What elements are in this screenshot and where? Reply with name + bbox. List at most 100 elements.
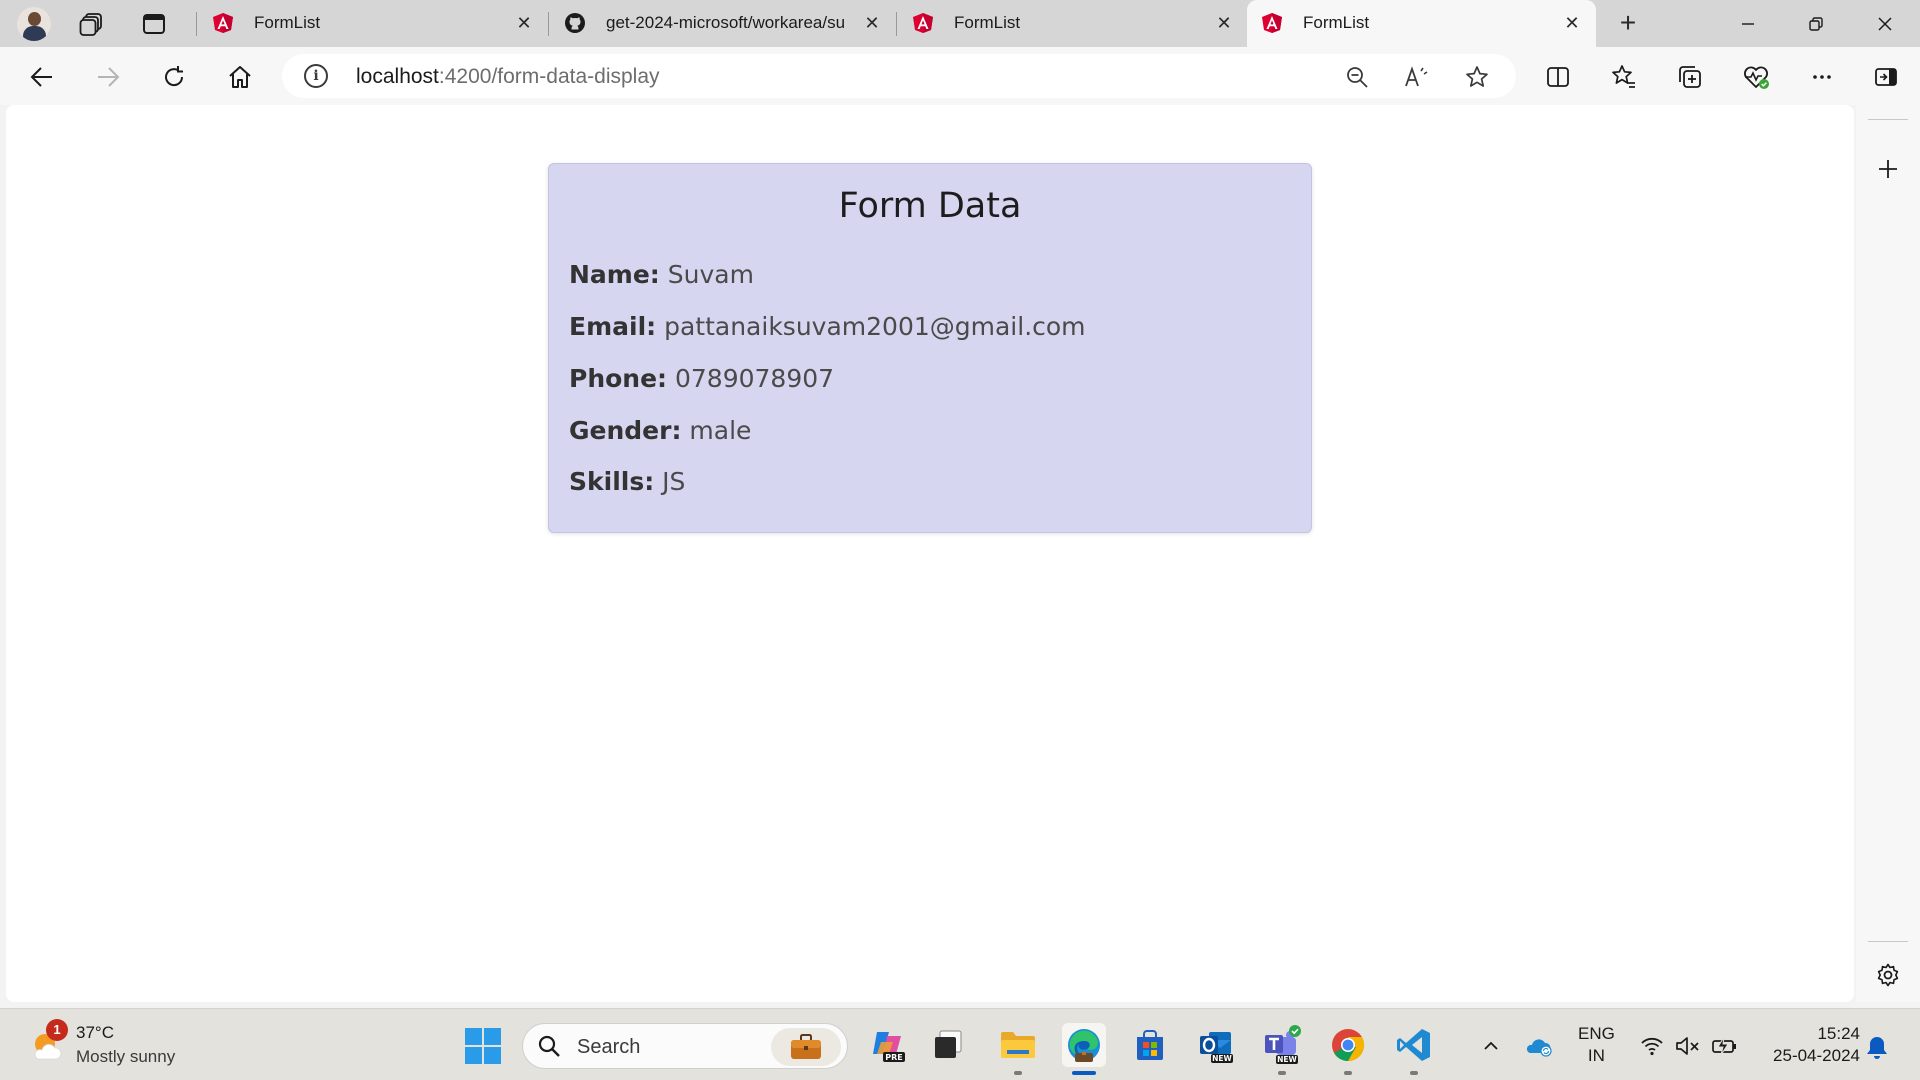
collections-button[interactable] [1670, 57, 1710, 97]
onedrive-tray-button[interactable] [1522, 1029, 1556, 1063]
read-aloud-icon [1405, 66, 1428, 87]
wifi-icon [1641, 1037, 1663, 1056]
restore-icon [1809, 16, 1823, 31]
tab-formlist-2[interactable]: FormList ✕ [898, 0, 1248, 47]
sidebar-divider [1868, 119, 1908, 120]
briefcase-icon [791, 1034, 821, 1059]
taskbar-search-box[interactable]: Search [522, 1023, 848, 1069]
close-tab-icon[interactable]: ✕ [1212, 11, 1236, 35]
clock-time: 15:24 [1817, 1024, 1860, 1043]
folder-icon [1001, 1032, 1035, 1058]
teams-new-app[interactable]: NEW [1260, 1023, 1304, 1067]
tab-formlist-1[interactable]: FormList ✕ [198, 0, 548, 47]
address-bar[interactable]: i localhost:4200/form-data-display [282, 54, 1516, 98]
close-tab-icon[interactable]: ✕ [860, 11, 884, 35]
new-tab-button[interactable]: + [1610, 8, 1646, 40]
profile-button[interactable] [10, 0, 58, 47]
heart-pulse-icon [1744, 66, 1769, 89]
workspaces-icon [79, 12, 102, 36]
sidebar-toggle-button[interactable] [1866, 57, 1906, 97]
refresh-icon [165, 66, 184, 87]
running-indicator [1344, 1071, 1352, 1075]
minimize-button[interactable] [1714, 0, 1782, 47]
restore-button[interactable] [1782, 0, 1850, 47]
close-tab-icon[interactable]: ✕ [512, 11, 536, 35]
github-icon [565, 13, 585, 33]
wifi-tray-button[interactable] [1636, 1029, 1668, 1063]
field-name: Name: Suvam [569, 260, 754, 289]
clock[interactable]: 15:24 25-04-2024 [1760, 1023, 1860, 1067]
onedrive-sync-icon [1526, 1039, 1552, 1057]
svg-text:PRE: PRE [885, 1053, 903, 1062]
vscode-app[interactable] [1392, 1023, 1436, 1067]
edge-sidebar [1856, 105, 1920, 1002]
workspaces-button[interactable] [68, 0, 116, 47]
field-gender: Gender: male [569, 416, 751, 445]
home-icon [229, 66, 251, 88]
vertical-tabs-button[interactable] [130, 0, 178, 47]
field-label: Phone: [569, 364, 668, 393]
gear-icon [1877, 963, 1899, 987]
file-explorer-app[interactable] [996, 1023, 1040, 1067]
tab-title: FormList [954, 13, 1021, 32]
star-icon [1466, 66, 1488, 87]
volume-tray-button[interactable] [1672, 1029, 1704, 1063]
sidebar-add-button[interactable] [1868, 149, 1908, 189]
region-code: IN [1587, 1046, 1605, 1065]
edge-icon [1068, 1029, 1100, 1062]
sidebar-divider [1868, 941, 1908, 942]
search-highlight[interactable] [771, 1028, 841, 1066]
vscode-icon [1397, 1029, 1430, 1061]
field-value: 0789078907 [675, 364, 835, 393]
language-indicator[interactable]: ENG IN [1578, 1023, 1615, 1067]
browser-essentials-button[interactable] [1736, 57, 1776, 97]
settings-and-more-button[interactable] [1802, 57, 1842, 97]
url-path: :4200/form-data-display [438, 65, 660, 88]
outlook-new-app[interactable]: NEW [1194, 1023, 1238, 1067]
sidebar-settings-button[interactable] [1868, 955, 1908, 995]
battery-charging-icon [1712, 1036, 1736, 1056]
tab-title: FormList [1303, 13, 1370, 32]
plus-icon [1879, 160, 1897, 178]
refresh-button[interactable] [154, 57, 194, 97]
favorites-button[interactable] [1604, 57, 1644, 97]
split-screen-icon [1547, 67, 1569, 87]
running-indicator [1410, 1071, 1418, 1075]
svg-text:NEW: NEW [1212, 1054, 1232, 1063]
tab-github[interactable]: get-2024-microsoft/workarea/su ✕ [550, 0, 896, 47]
add-favorite-button[interactable] [1462, 62, 1492, 92]
show-hidden-icons-button[interactable] [1476, 1029, 1506, 1063]
task-view-app[interactable] [926, 1023, 970, 1067]
microsoft-store-app[interactable] [1128, 1023, 1172, 1067]
more-icon [1813, 75, 1831, 79]
close-tab-icon[interactable]: ✕ [1560, 11, 1584, 35]
split-screen-button[interactable] [1538, 57, 1578, 97]
battery-tray-button[interactable] [1708, 1029, 1742, 1063]
read-aloud-button[interactable] [1402, 62, 1432, 92]
tab-title: FormList [254, 13, 321, 32]
chevron-up-icon [1484, 1041, 1498, 1050]
forward-button[interactable] [88, 57, 128, 97]
url-text[interactable]: localhost:4200/form-data-display [356, 65, 660, 89]
edge-app[interactable] [1062, 1023, 1106, 1067]
running-indicator [1278, 1071, 1286, 1075]
zoom-out-icon [1347, 67, 1368, 88]
home-button[interactable] [220, 57, 260, 97]
tab-divider [548, 12, 549, 36]
search-icon [538, 1035, 560, 1057]
close-icon [1878, 16, 1892, 31]
field-value: pattanaiksuvam2001@gmail.com [664, 312, 1086, 341]
notification-bell-icon[interactable] [1862, 1033, 1892, 1063]
close-window-button[interactable] [1851, 0, 1919, 47]
zoom-button[interactable] [1342, 62, 1372, 92]
form-data-heading: Form Data [838, 186, 1022, 226]
chrome-app[interactable] [1326, 1023, 1370, 1067]
windows-start-icon[interactable] [464, 1027, 502, 1065]
tab-actions-icon [143, 13, 165, 34]
tab-formlist-active[interactable]: FormList ✕ [1247, 0, 1596, 47]
speaker-muted-icon [1676, 1037, 1699, 1055]
back-button[interactable] [22, 57, 62, 97]
windows-taskbar: 1 37°C Mostly sunny Search PRE NEW NEW E… [0, 1008, 1920, 1080]
copilot-preview-app[interactable]: PRE [866, 1023, 910, 1067]
site-info-icon[interactable]: i [304, 64, 328, 88]
